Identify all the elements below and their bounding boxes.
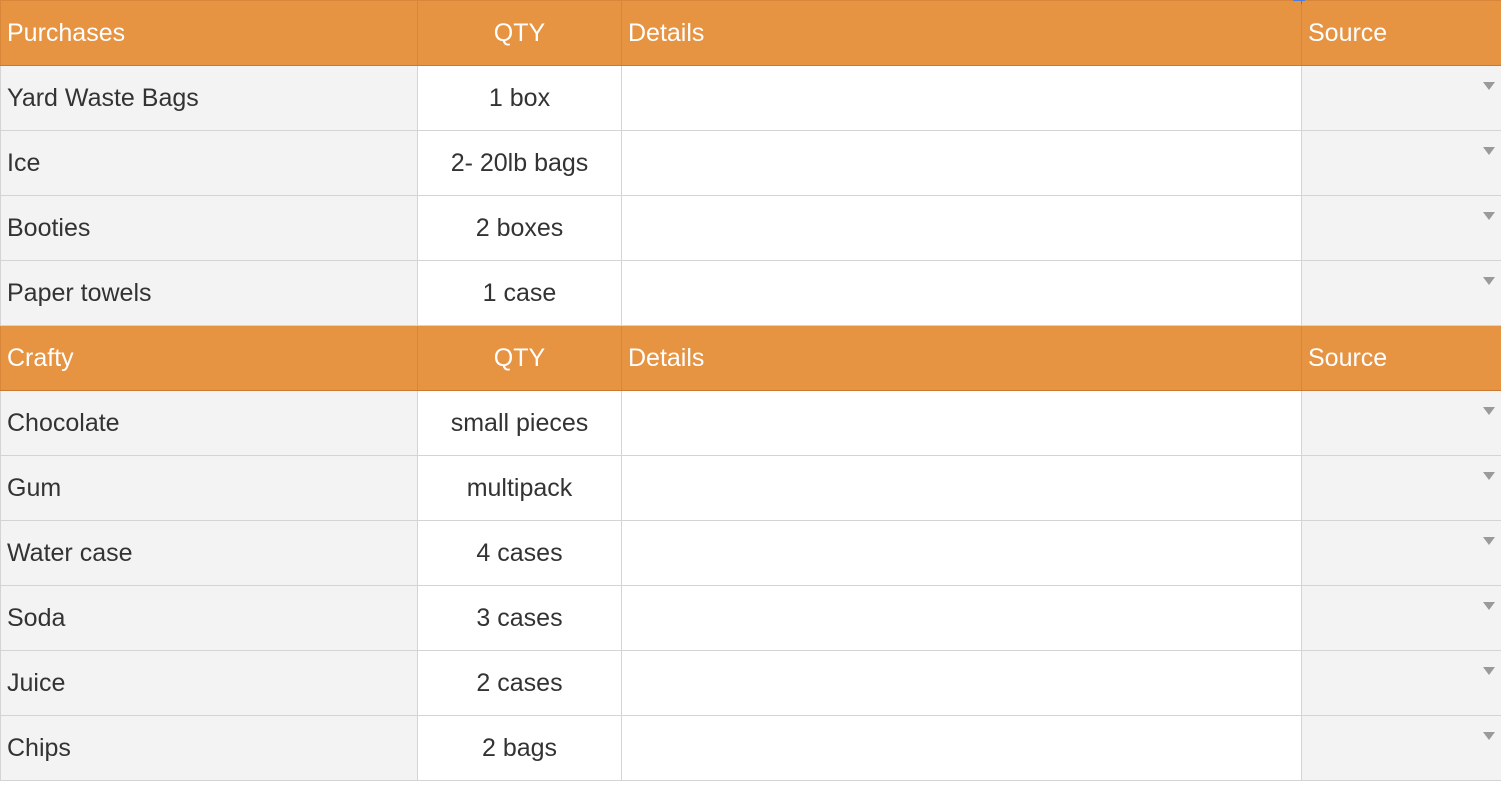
qty-cell[interactable]: 1 box (417, 65, 622, 131)
details-cell[interactable] (621, 455, 1302, 521)
table-row: Ice 2- 20lb bags (0, 130, 1501, 196)
table-row: Booties 2 boxes (0, 195, 1501, 261)
qty-cell[interactable]: 4 cases (417, 520, 622, 586)
supply-table: Purchases QTY Details Source Yard Waste … (0, 0, 1501, 781)
header-qty-cell[interactable]: QTY (417, 325, 622, 391)
qty-cell[interactable]: 2 boxes (417, 195, 622, 261)
header-qty-cell[interactable]: QTY (417, 0, 622, 66)
header-source-cell[interactable]: Source (1301, 0, 1501, 66)
details-cell[interactable] (621, 65, 1302, 131)
header-details-cell[interactable]: Details (621, 0, 1302, 66)
details-cell[interactable] (621, 130, 1302, 196)
item-cell[interactable]: Chips (0, 715, 418, 781)
spreadsheet: Purchases QTY Details Source Yard Waste … (0, 0, 1501, 792)
table-row: Juice 2 cases (0, 650, 1501, 716)
qty-cell[interactable]: 2 bags (417, 715, 622, 781)
item-cell[interactable]: Gum (0, 455, 418, 521)
item-cell[interactable]: Yard Waste Bags (0, 65, 418, 131)
header-details-cell[interactable]: Details (621, 325, 1302, 391)
details-cell[interactable] (621, 715, 1302, 781)
header-item-cell[interactable]: Crafty (0, 325, 418, 391)
source-dropdown-cell[interactable] (1301, 585, 1501, 651)
details-cell[interactable] (621, 195, 1302, 261)
table-row: Chips 2 bags (0, 715, 1501, 781)
source-dropdown-cell[interactable] (1301, 520, 1501, 586)
table-row: Gum multipack (0, 455, 1501, 521)
details-cell[interactable] (621, 585, 1302, 651)
chevron-down-icon[interactable] (1483, 407, 1495, 415)
table-row: Soda 3 cases (0, 585, 1501, 651)
qty-cell[interactable]: 2 cases (417, 650, 622, 716)
item-cell[interactable]: Booties (0, 195, 418, 261)
qty-cell[interactable]: 2- 20lb bags (417, 130, 622, 196)
item-cell[interactable]: Juice (0, 650, 418, 716)
section-header-row: Crafty QTY Details Source (0, 325, 1501, 391)
section-header-row: Purchases QTY Details Source (0, 0, 1501, 66)
qty-cell[interactable]: multipack (417, 455, 622, 521)
source-dropdown-cell[interactable] (1301, 650, 1501, 716)
header-source-cell[interactable]: Source (1301, 325, 1501, 391)
source-dropdown-cell[interactable] (1301, 455, 1501, 521)
chevron-down-icon[interactable] (1483, 537, 1495, 545)
chevron-down-icon[interactable] (1483, 602, 1495, 610)
source-dropdown-cell[interactable] (1301, 390, 1501, 456)
source-dropdown-cell[interactable] (1301, 260, 1501, 326)
source-dropdown-cell[interactable] (1301, 65, 1501, 131)
chevron-down-icon[interactable] (1483, 667, 1495, 675)
item-cell[interactable]: Ice (0, 130, 418, 196)
qty-cell[interactable]: 1 case (417, 260, 622, 326)
item-cell[interactable]: Soda (0, 585, 418, 651)
source-dropdown-cell[interactable] (1301, 195, 1501, 261)
table-row: Water case 4 cases (0, 520, 1501, 586)
details-cell[interactable] (621, 260, 1302, 326)
chevron-down-icon[interactable] (1483, 147, 1495, 155)
chevron-down-icon[interactable] (1483, 212, 1495, 220)
chevron-down-icon[interactable] (1483, 732, 1495, 740)
chevron-down-icon[interactable] (1483, 277, 1495, 285)
item-cell[interactable]: Paper towels (0, 260, 418, 326)
item-cell[interactable]: Chocolate (0, 390, 418, 456)
header-item-cell[interactable]: Purchases (0, 0, 418, 66)
table-row: Paper towels 1 case (0, 260, 1501, 326)
table-row: Yard Waste Bags 1 box (0, 65, 1501, 131)
details-cell[interactable] (621, 650, 1302, 716)
table-row: Chocolate small pieces (0, 390, 1501, 456)
source-dropdown-cell[interactable] (1301, 715, 1501, 781)
details-cell[interactable] (621, 520, 1302, 586)
item-cell[interactable]: Water case (0, 520, 418, 586)
chevron-down-icon[interactable] (1483, 472, 1495, 480)
qty-cell[interactable]: 3 cases (417, 585, 622, 651)
source-dropdown-cell[interactable] (1301, 130, 1501, 196)
chevron-down-icon[interactable] (1483, 82, 1495, 90)
details-cell[interactable] (621, 390, 1302, 456)
qty-cell[interactable]: small pieces (417, 390, 622, 456)
